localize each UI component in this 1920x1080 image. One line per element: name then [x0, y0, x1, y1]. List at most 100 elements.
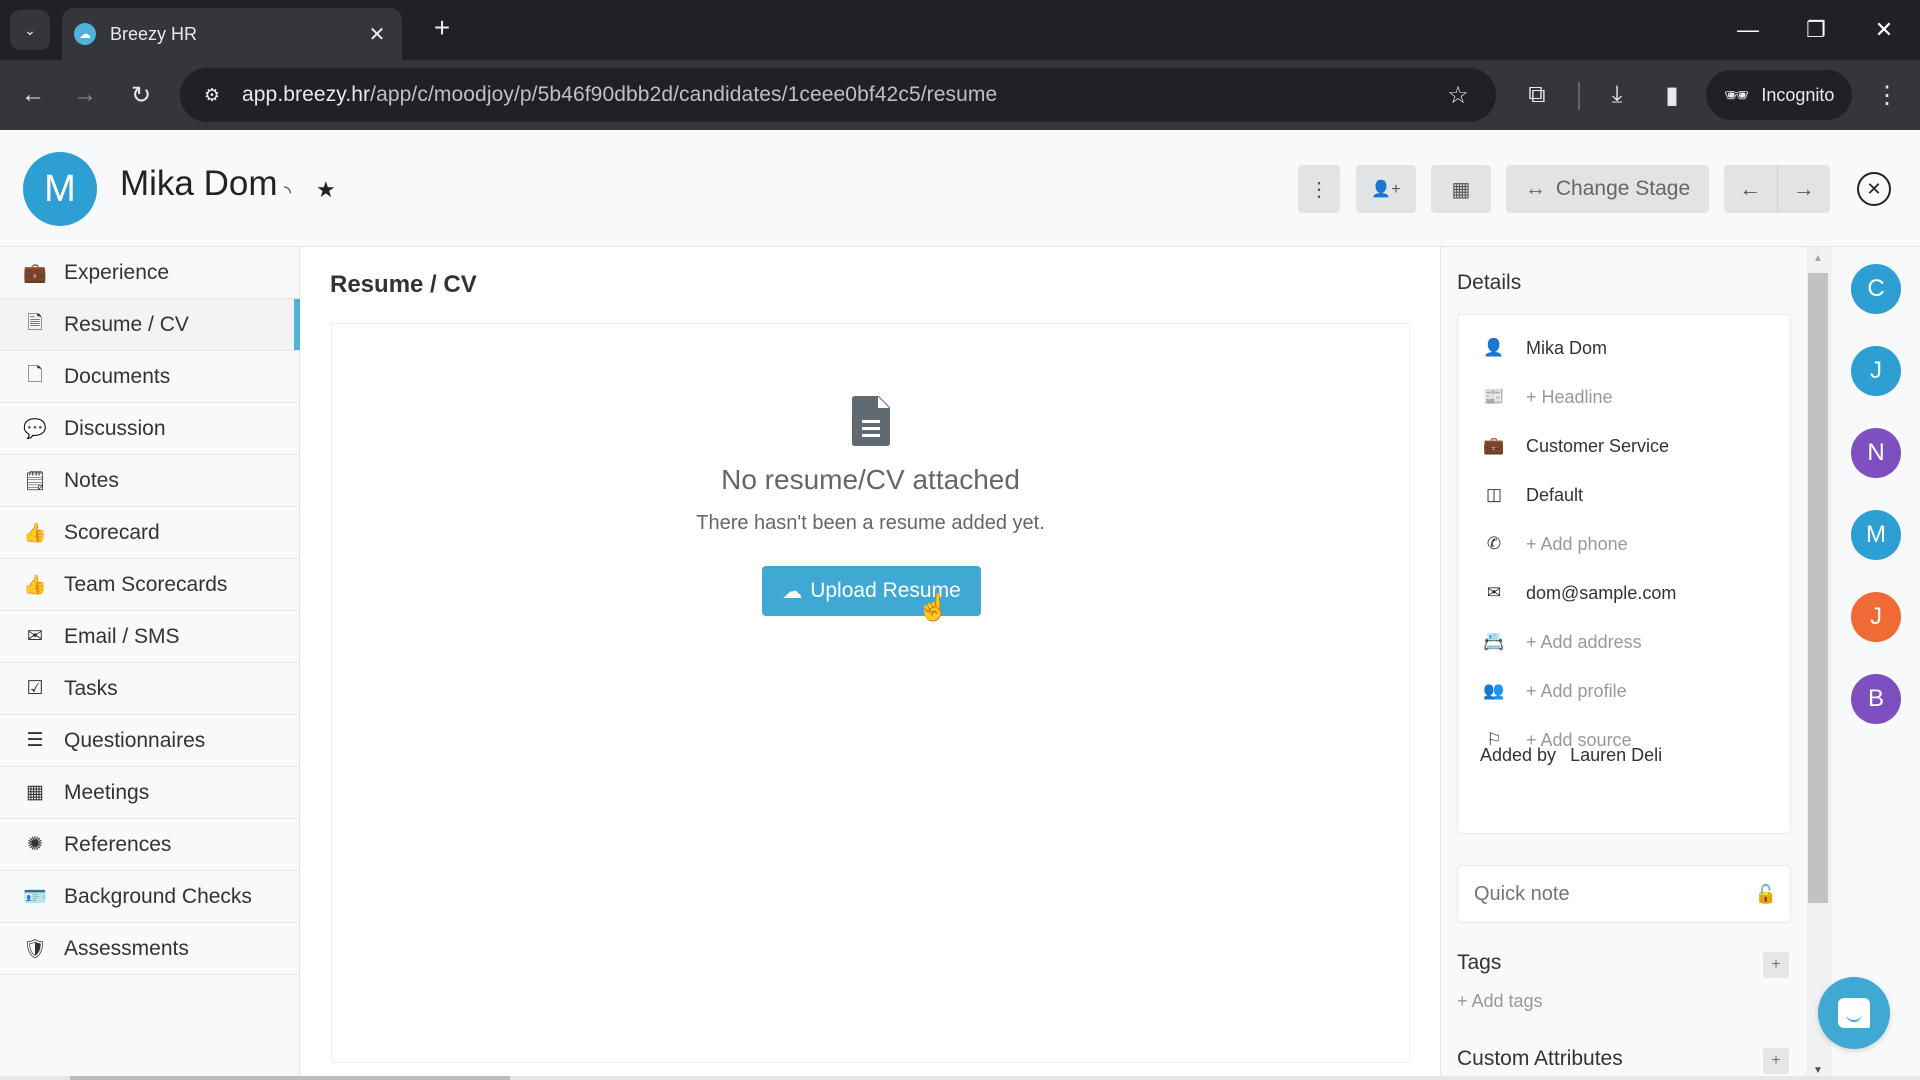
- sidebar-item-discussion[interactable]: 💬 Discussion: [0, 403, 299, 455]
- sidebar-item-tasks[interactable]: ☑ Tasks: [0, 663, 299, 715]
- add-custom-attribute-button[interactable]: +: [1763, 1048, 1789, 1074]
- address-bar[interactable]: ⚙ app.breezy.hr/app/c/moodjoy/p/5b46f90d…: [180, 68, 1496, 122]
- team-member-avatar[interactable]: N: [1851, 428, 1901, 478]
- minimize-button[interactable]: —: [1718, 10, 1778, 50]
- detail-row[interactable]: 📰 + Headline: [1482, 382, 1613, 412]
- detail-row[interactable]: ✉ dom@sample.com: [1482, 578, 1676, 608]
- extensions-icon[interactable]: ⧉: [1520, 78, 1554, 112]
- forward-icon[interactable]: →: [68, 78, 102, 112]
- reload-icon[interactable]: ↻: [124, 78, 158, 112]
- calendar-icon: ▦: [1451, 178, 1471, 201]
- quick-note-input[interactable]: [1474, 882, 1742, 906]
- left-right-arrow-icon: ↔: [1524, 177, 1546, 200]
- resume-card: No resume/CV attached There hasn't been …: [331, 323, 1410, 1063]
- sidebar-item-documents[interactable]: 🗋 Documents: [0, 351, 299, 403]
- back-icon[interactable]: ←: [16, 78, 50, 112]
- detail-row-icon: 👥: [1483, 681, 1505, 700]
- team-member-avatar[interactable]: J: [1851, 592, 1901, 642]
- detail-row[interactable]: 👤 Mika Dom: [1482, 333, 1607, 363]
- favorite-star-icon[interactable]: ★: [316, 177, 336, 203]
- incognito-badge[interactable]: 🕶 Incognito: [1706, 70, 1852, 120]
- candidate-navigation: ← →: [1724, 165, 1830, 213]
- sidebar-item-assessments[interactable]: 🛡 Assessments: [0, 923, 299, 975]
- change-stage-button[interactable]: ↔ Change Stage: [1506, 165, 1709, 213]
- detail-row[interactable]: ✆ + Add phone: [1482, 529, 1628, 559]
- horizontal-scrollbar[interactable]: [0, 1076, 1920, 1080]
- scroll-up-arrow-icon[interactable]: ▲: [1806, 253, 1830, 264]
- add-tags-link[interactable]: + Add tags: [1457, 991, 1543, 1012]
- sidebar-item-resume-cv[interactable]: 🗎 Resume / CV: [0, 299, 300, 351]
- bookmark-star-icon[interactable]: ☆: [1438, 81, 1478, 110]
- sidebar-item-label: Questionnaires: [64, 728, 206, 752]
- sidebar-item-email-sms[interactable]: ✉ Email / SMS: [0, 611, 299, 663]
- new-tab-button[interactable]: +: [424, 12, 460, 44]
- quick-note-field[interactable]: 🔓: [1457, 865, 1791, 923]
- restore-button[interactable]: ❐: [1786, 10, 1846, 50]
- tab-search-dropdown[interactable]: ⌄: [10, 10, 50, 50]
- schedule-meeting-button[interactable]: ▦: [1431, 165, 1491, 213]
- sidebar-item-icon: 🪪: [23, 886, 47, 908]
- sidebar-item-icon: 🗒: [22, 470, 48, 492]
- tab-close-icon[interactable]: ✕: [362, 22, 392, 47]
- download-icon[interactable]: ⤓: [1600, 78, 1634, 112]
- browser-tab[interactable]: ☁ Breezy HR ✕: [62, 8, 402, 60]
- next-candidate-button[interactable]: →: [1778, 165, 1831, 213]
- sidebar-item-notes[interactable]: 🗒 Notes: [0, 455, 299, 507]
- detail-row-text[interactable]: + Add address: [1526, 632, 1642, 653]
- detail-row[interactable]: ⚐ + Add source: [1482, 725, 1632, 755]
- sidebar-item-label: References: [64, 832, 172, 856]
- detail-row-text[interactable]: + Add source: [1526, 730, 1632, 751]
- sidebar-item-label: Assessments: [64, 936, 189, 960]
- sidebar-item-meetings[interactable]: ▦ Meetings: [0, 767, 299, 819]
- chat-launcher-button[interactable]: [1818, 977, 1890, 1049]
- detail-row[interactable]: ◫ Default: [1482, 480, 1583, 510]
- change-stage-label: Change Stage: [1555, 177, 1691, 200]
- details-scrollbar[interactable]: ▲ ▼: [1806, 247, 1830, 1080]
- sidebar-item-team-scorecards[interactable]: 👍 Team Scorecards: [0, 559, 299, 611]
- scroll-down-arrow-icon[interactable]: ▼: [1806, 1065, 1830, 1076]
- team-member-avatar[interactable]: C: [1851, 264, 1901, 314]
- sidebar-item-questionnaires[interactable]: ☰ Questionnaires: [0, 715, 299, 767]
- sidebar-item-background-checks[interactable]: 🪪 Background Checks: [0, 871, 299, 923]
- site-info-icon[interactable]: ⚙: [192, 85, 232, 106]
- team-member-avatar[interactable]: B: [1851, 674, 1901, 724]
- hand-cursor-icon: ☝: [917, 592, 950, 622]
- sidebar-item-experience[interactable]: 💼 Experience: [0, 247, 299, 299]
- detail-row-text[interactable]: + Add phone: [1526, 534, 1628, 555]
- team-member-avatar[interactable]: M: [1851, 510, 1901, 560]
- sidebar-item-label: Tasks: [64, 676, 118, 700]
- sidebar-item-label: Resume / CV: [64, 312, 189, 336]
- add-user-icon: 👤+: [1371, 181, 1401, 198]
- detail-row[interactable]: 💼 Customer Service: [1482, 431, 1669, 461]
- details-title: Details: [1457, 271, 1522, 294]
- unlock-icon[interactable]: 🔓: [1742, 884, 1790, 905]
- detail-row-text[interactable]: + Add profile: [1526, 681, 1627, 702]
- previous-candidate-button[interactable]: ←: [1724, 165, 1778, 213]
- sidebar-item-icon: 💼: [23, 262, 47, 284]
- sidebar-item-label: Experience: [64, 260, 170, 284]
- more-actions-button[interactable]: ⋮: [1298, 165, 1340, 213]
- toolbar-divider: [1578, 82, 1580, 110]
- side-panel-icon[interactable]: ▮: [1655, 78, 1689, 112]
- sidebar-item-scorecard[interactable]: 👍 Scorecard: [0, 507, 299, 559]
- document-icon: [852, 396, 890, 446]
- browser-menu-icon[interactable]: ⋮: [1870, 78, 1904, 112]
- url-text[interactable]: app.breezy.hr/app/c/moodjoy/p/5b46f90dbb…: [242, 83, 1438, 107]
- add-tag-button[interactable]: +: [1763, 952, 1789, 978]
- detail-row-text[interactable]: + Headline: [1526, 387, 1613, 408]
- scroll-thumb[interactable]: [1808, 273, 1828, 903]
- assign-user-button[interactable]: 👤+: [1356, 165, 1416, 213]
- vertical-dots-icon: ⋮: [1309, 178, 1329, 201]
- sidebar-item-references[interactable]: ✺ References: [0, 819, 299, 871]
- sidebar-item-label: Discussion: [64, 416, 166, 440]
- horizontal-scroll-thumb[interactable]: [70, 1076, 510, 1080]
- team-member-avatar[interactable]: J: [1851, 346, 1901, 396]
- sidebar-item-icon: ✉: [27, 626, 43, 647]
- close-candidate-button[interactable]: ✕: [1857, 172, 1891, 206]
- window-close-button[interactable]: ✕: [1854, 10, 1914, 50]
- detail-row[interactable]: 📇 + Add address: [1482, 627, 1642, 657]
- rss-feed-icon[interactable]: ◝: [284, 182, 291, 203]
- detail-row[interactable]: 👥 + Add profile: [1482, 676, 1627, 706]
- incognito-icon: 🕶: [1724, 84, 1750, 107]
- details-panel: Details Added by Lauren Deli 👤 Mika Dom 📰 + …: [1440, 247, 1806, 1080]
